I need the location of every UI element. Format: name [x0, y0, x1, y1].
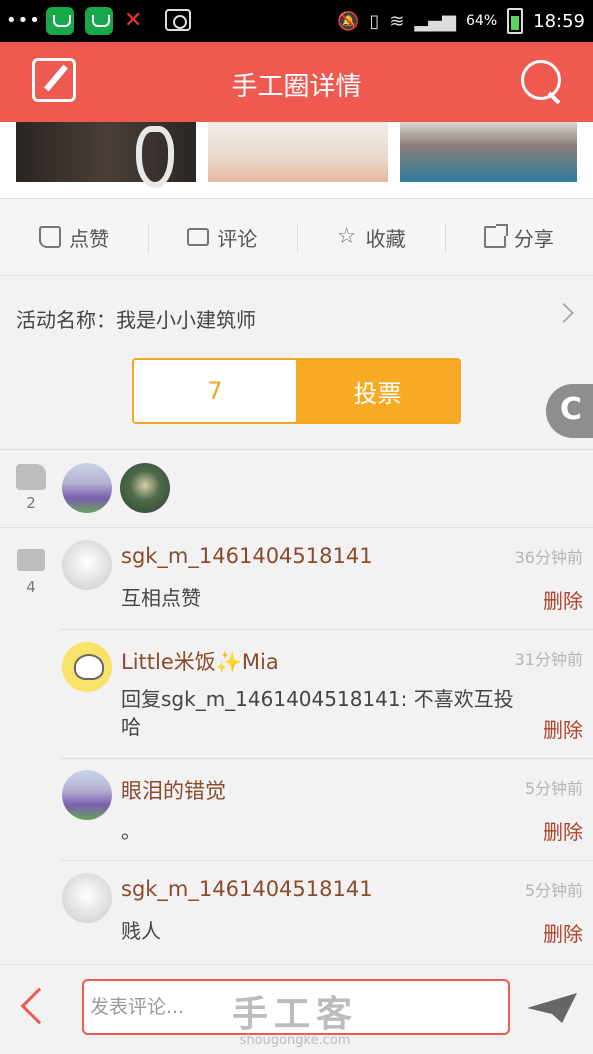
- vote-button[interactable]: 投票: [296, 360, 459, 422]
- avatar[interactable]: [62, 873, 112, 923]
- comment-count: 4: [26, 578, 36, 596]
- craft-photo[interactable]: [208, 122, 388, 182]
- divider: [60, 629, 593, 630]
- comment-bar: [0, 964, 593, 1054]
- comment-author[interactable]: sgk_m_1461404518141: [121, 877, 373, 901]
- avatar[interactable]: [62, 642, 112, 692]
- comment-text: 回复sgk_m_1461404518141: 不喜欢互投哈: [121, 687, 514, 739]
- chevron-right-icon: [554, 303, 574, 323]
- mute-notification-icon: 🔕: [337, 10, 360, 32]
- comment-text: 。: [121, 819, 141, 843]
- delete-button[interactable]: 删除: [543, 714, 583, 743]
- missed-call-icon: ✕: [124, 8, 143, 33]
- page-title: 手工圈详情: [231, 72, 362, 102]
- avatar[interactable]: [62, 540, 112, 590]
- app-header: 手工圈详情: [0, 42, 593, 122]
- battery-percent: 64%: [466, 13, 498, 29]
- like-count: 2: [26, 494, 36, 512]
- back-arrow-icon[interactable]: [20, 987, 58, 1025]
- comment-input[interactable]: [82, 979, 510, 1035]
- divider: [60, 860, 593, 861]
- likes-row: [0, 450, 593, 528]
- divider: [60, 758, 593, 759]
- wifi-icon: ≋: [389, 10, 405, 32]
- photo-gallery: [0, 122, 593, 198]
- action-bar: 点赞 评论 ☆ 收藏 分享: [0, 198, 593, 276]
- favorite-button[interactable]: ☆ 收藏: [296, 199, 445, 275]
- activity-name: 活动名称：我是小小建筑师: [16, 308, 256, 332]
- comment-text: 贱人: [121, 919, 161, 943]
- comment-time: 31分钟前: [514, 650, 583, 669]
- avatar[interactable]: [62, 463, 112, 513]
- vibrate-icon: ▯: [369, 10, 380, 32]
- like-button[interactable]: 点赞: [0, 199, 148, 275]
- thumbs-up-icon: [16, 464, 46, 490]
- comment-time: 5分钟前: [524, 881, 583, 900]
- send-icon[interactable]: [527, 993, 577, 1023]
- thumbs-up-icon: [39, 226, 62, 248]
- comment-author[interactable]: 眼泪的错觉: [121, 775, 226, 805]
- signal-icon: ▂▄▆: [414, 10, 456, 32]
- screenshot-icon: [165, 9, 191, 31]
- comment-button[interactable]: 评论: [148, 199, 296, 275]
- comment-icon: [17, 549, 45, 571]
- status-bar: ••• ✕ 🔕 ▯ ≋ ▂▄▆ 64% 18:59: [0, 0, 593, 42]
- activity-link[interactable]: 活动名称：我是小小建筑师: [0, 296, 593, 340]
- share-label: 分享: [513, 226, 554, 251]
- more-dots-icon: •••: [6, 10, 41, 31]
- craft-photo[interactable]: [400, 122, 577, 182]
- search-icon[interactable]: [519, 58, 563, 102]
- like-label: 点赞: [69, 226, 110, 251]
- delete-button[interactable]: 删除: [543, 585, 583, 614]
- star-icon: ☆: [336, 224, 357, 249]
- shopping-app-icon: [46, 7, 74, 35]
- comment-text: 互相点赞: [121, 586, 201, 610]
- floating-action-button[interactable]: [546, 384, 593, 438]
- comment-icon: [187, 228, 210, 246]
- comment-time: 5分钟前: [524, 779, 583, 798]
- favorite-label: 收藏: [365, 226, 406, 251]
- comment-label: 评论: [217, 226, 258, 251]
- delete-button[interactable]: 删除: [543, 918, 583, 947]
- divider: [0, 527, 593, 528]
- share-button[interactable]: 分享: [444, 199, 593, 275]
- avatar[interactable]: [62, 770, 112, 820]
- comment-time: 36分钟前: [514, 548, 583, 567]
- vote-count: 7: [207, 377, 223, 405]
- delete-button[interactable]: 删除: [543, 816, 583, 845]
- comment-author[interactable]: Little米饭✨Mia: [121, 646, 279, 676]
- vote-widget: 7 投票: [132, 358, 461, 424]
- shopping-app-icon: [85, 7, 113, 35]
- clock: 18:59: [533, 10, 585, 32]
- avatar[interactable]: [120, 463, 170, 513]
- share-icon: [483, 224, 508, 248]
- craft-photo[interactable]: [16, 122, 196, 188]
- comment-author[interactable]: sgk_m_1461404518141: [121, 544, 373, 568]
- battery-icon: [507, 8, 524, 34]
